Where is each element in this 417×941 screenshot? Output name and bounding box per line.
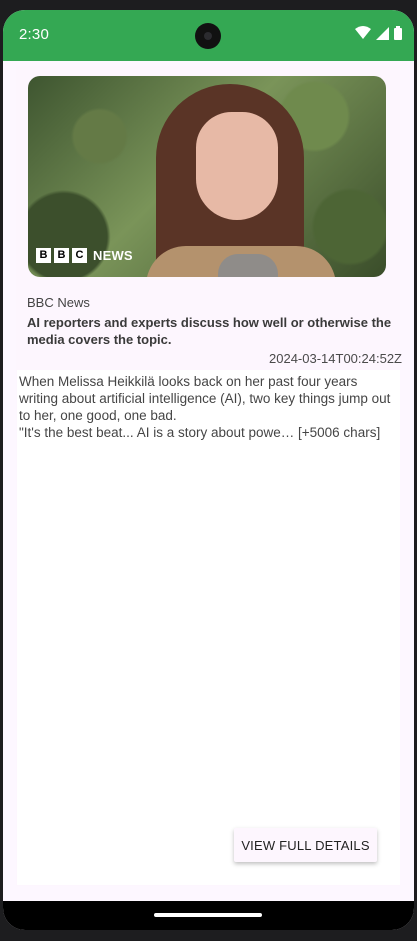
article-description-panel: When Melissa Heikkilä looks back on her … (17, 370, 400, 885)
status-time: 2:30 (19, 26, 49, 43)
article-title: AI reporters and experts discuss how wel… (27, 315, 392, 347)
article-card: B B C NEWS BBC News AI reporters and exp… (16, 66, 402, 886)
status-bar: 2:30 (3, 10, 414, 61)
home-gesture-handle[interactable] (154, 913, 262, 917)
logo-letter-b1: B (36, 248, 51, 263)
phone-screen: 2:30 B B C NEWS BBC News AI reporters an… (3, 10, 414, 930)
article-screen: B B C NEWS BBC News AI reporters and exp… (3, 61, 414, 901)
article-date: 2024-03-14T00:24:52Z (269, 351, 402, 366)
logo-word: NEWS (93, 248, 133, 263)
article-image[interactable]: B B C NEWS (28, 76, 386, 277)
article-source: BBC News (27, 295, 90, 310)
navigation-bar (3, 901, 414, 930)
status-icons (355, 26, 402, 40)
signal-icon (376, 26, 389, 40)
person-face-shape (196, 112, 278, 220)
front-camera (195, 23, 221, 49)
wifi-icon (355, 26, 371, 39)
person-sweater-shape (218, 254, 278, 277)
logo-letter-b2: B (54, 248, 69, 263)
bbc-news-logo: B B C NEWS (36, 248, 133, 263)
view-full-details-button[interactable]: VIEW FULL DETAILS (234, 828, 377, 862)
battery-icon (394, 26, 402, 40)
article-description: When Melissa Heikkilä looks back on her … (19, 374, 391, 440)
logo-letter-c: C (72, 248, 87, 263)
